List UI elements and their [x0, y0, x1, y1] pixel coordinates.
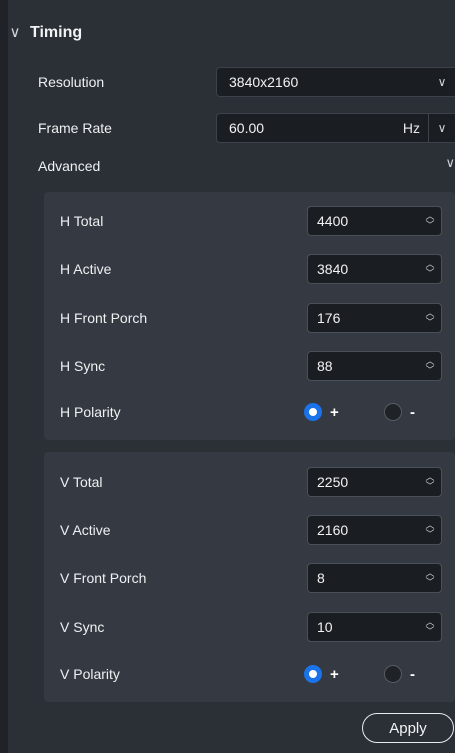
v-polarity-negative-radio[interactable]: -: [384, 665, 415, 683]
h-polarity-positive-label: +: [330, 403, 339, 421]
stepper-arrows-icon[interactable]: ︿ ﹀: [419, 521, 441, 539]
v-polarity-positive-radio[interactable]: +: [304, 665, 339, 683]
h-sync-value: 88: [317, 358, 333, 374]
v-total-stepper[interactable]: 2250 ︿ ﹀: [307, 467, 442, 497]
h-active-row: H Active 3840 ︿ ﹀: [60, 254, 455, 284]
resolution-value: 3840x2160: [229, 74, 299, 90]
h-total-label: H Total: [60, 213, 104, 229]
resolution-label: Resolution: [38, 74, 105, 90]
v-active-label: V Active: [60, 522, 111, 538]
h-active-label: H Active: [60, 261, 112, 277]
h-front-porch-label: H Front Porch: [60, 310, 148, 326]
h-polarity-label: H Polarity: [60, 404, 121, 420]
h-sync-label: H Sync: [60, 358, 106, 374]
vertical-timing-group: V Total 2250 ︿ ﹀ V Active 2160 ︿ ﹀ V Front…: [44, 452, 455, 702]
h-front-porch-row: H Front Porch 176 ︿ ﹀: [60, 303, 455, 333]
frame-rate-value: 60.00: [229, 120, 265, 136]
stepper-arrows-icon[interactable]: ︿ ﹀: [419, 260, 441, 278]
section-title: Timing: [30, 24, 83, 41]
stepper-arrows-icon[interactable]: ︿ ﹀: [419, 357, 441, 375]
advanced-label: Advanced: [38, 158, 101, 174]
stepper-arrows-icon[interactable]: ︿ ﹀: [419, 309, 441, 327]
v-total-row: V Total 2250 ︿ ﹀: [60, 467, 455, 497]
v-total-value: 2250: [317, 474, 349, 490]
frame-rate-select[interactable]: 60.00 Hz ∨: [216, 113, 455, 143]
chevron-down-icon: ∨: [437, 121, 447, 135]
horizontal-timing-group: H Total 4400 ︿ ﹀ H Active 3840 ︿ ﹀ H Front…: [44, 192, 455, 440]
h-polarity-negative-label: -: [410, 403, 415, 421]
radio-unselected-icon: [384, 403, 402, 421]
stepper-arrows-icon[interactable]: ︿ ﹀: [419, 473, 441, 491]
h-active-value: 3840: [317, 261, 349, 277]
timing-section-header[interactable]: ∨ Timing: [8, 18, 83, 48]
frame-rate-label: Frame Rate: [38, 120, 112, 136]
apply-button[interactable]: Apply: [362, 713, 454, 743]
frame-rate-unit: Hz: [402, 120, 420, 136]
h-sync-stepper[interactable]: 88 ︿ ﹀: [307, 351, 442, 381]
chevron-down-icon: ∨: [437, 75, 447, 89]
h-polarity-positive-radio[interactable]: +: [304, 403, 339, 421]
v-active-value: 2160: [317, 522, 349, 538]
stepper-arrows-icon[interactable]: ︿ ﹀: [419, 618, 441, 636]
v-polarity-positive-label: +: [330, 665, 339, 683]
v-active-row: V Active 2160 ︿ ﹀: [60, 515, 455, 545]
h-front-porch-value: 176: [317, 310, 341, 326]
v-front-porch-stepper[interactable]: 8 ︿ ﹀: [307, 563, 442, 593]
v-sync-row: V Sync 10 ︿ ﹀: [60, 612, 455, 642]
v-sync-value: 10: [317, 619, 333, 635]
v-active-stepper[interactable]: 2160 ︿ ﹀: [307, 515, 442, 545]
h-total-value: 4400: [317, 213, 349, 229]
v-polarity-negative-label: -: [410, 665, 415, 683]
advanced-row[interactable]: Advanced: [38, 150, 455, 182]
h-active-stepper[interactable]: 3840 ︿ ﹀: [307, 254, 442, 284]
h-total-row: H Total 4400 ︿ ﹀: [60, 206, 455, 236]
stepper-arrows-icon[interactable]: ︿ ﹀: [419, 212, 441, 230]
v-polarity-label: V Polarity: [60, 666, 120, 682]
v-polarity-row: V Polarity + -: [60, 659, 455, 689]
v-total-label: V Total: [60, 474, 103, 490]
radio-selected-icon: [304, 403, 322, 421]
v-sync-label: V Sync: [60, 619, 105, 635]
v-sync-stepper[interactable]: 10 ︿ ﹀: [307, 612, 442, 642]
v-front-porch-value: 8: [317, 570, 325, 586]
h-total-stepper[interactable]: 4400 ︿ ﹀: [307, 206, 442, 236]
radio-selected-icon: [304, 665, 322, 683]
resolution-select[interactable]: 3840x2160 ∨: [216, 67, 455, 97]
stepper-arrows-icon[interactable]: ︿ ﹀: [419, 569, 441, 587]
v-front-porch-row: V Front Porch 8 ︿ ﹀: [60, 563, 455, 593]
radio-unselected-icon: [384, 665, 402, 683]
v-front-porch-label: V Front Porch: [60, 570, 147, 586]
chevron-down-icon[interactable]: ∨: [445, 155, 455, 171]
chevron-down-icon: ∨: [9, 24, 21, 41]
h-polarity-negative-radio[interactable]: -: [384, 403, 415, 421]
h-polarity-row: H Polarity + -: [60, 397, 455, 427]
h-sync-row: H Sync 88 ︿ ﹀: [60, 351, 455, 381]
h-front-porch-stepper[interactable]: 176 ︿ ﹀: [307, 303, 442, 333]
